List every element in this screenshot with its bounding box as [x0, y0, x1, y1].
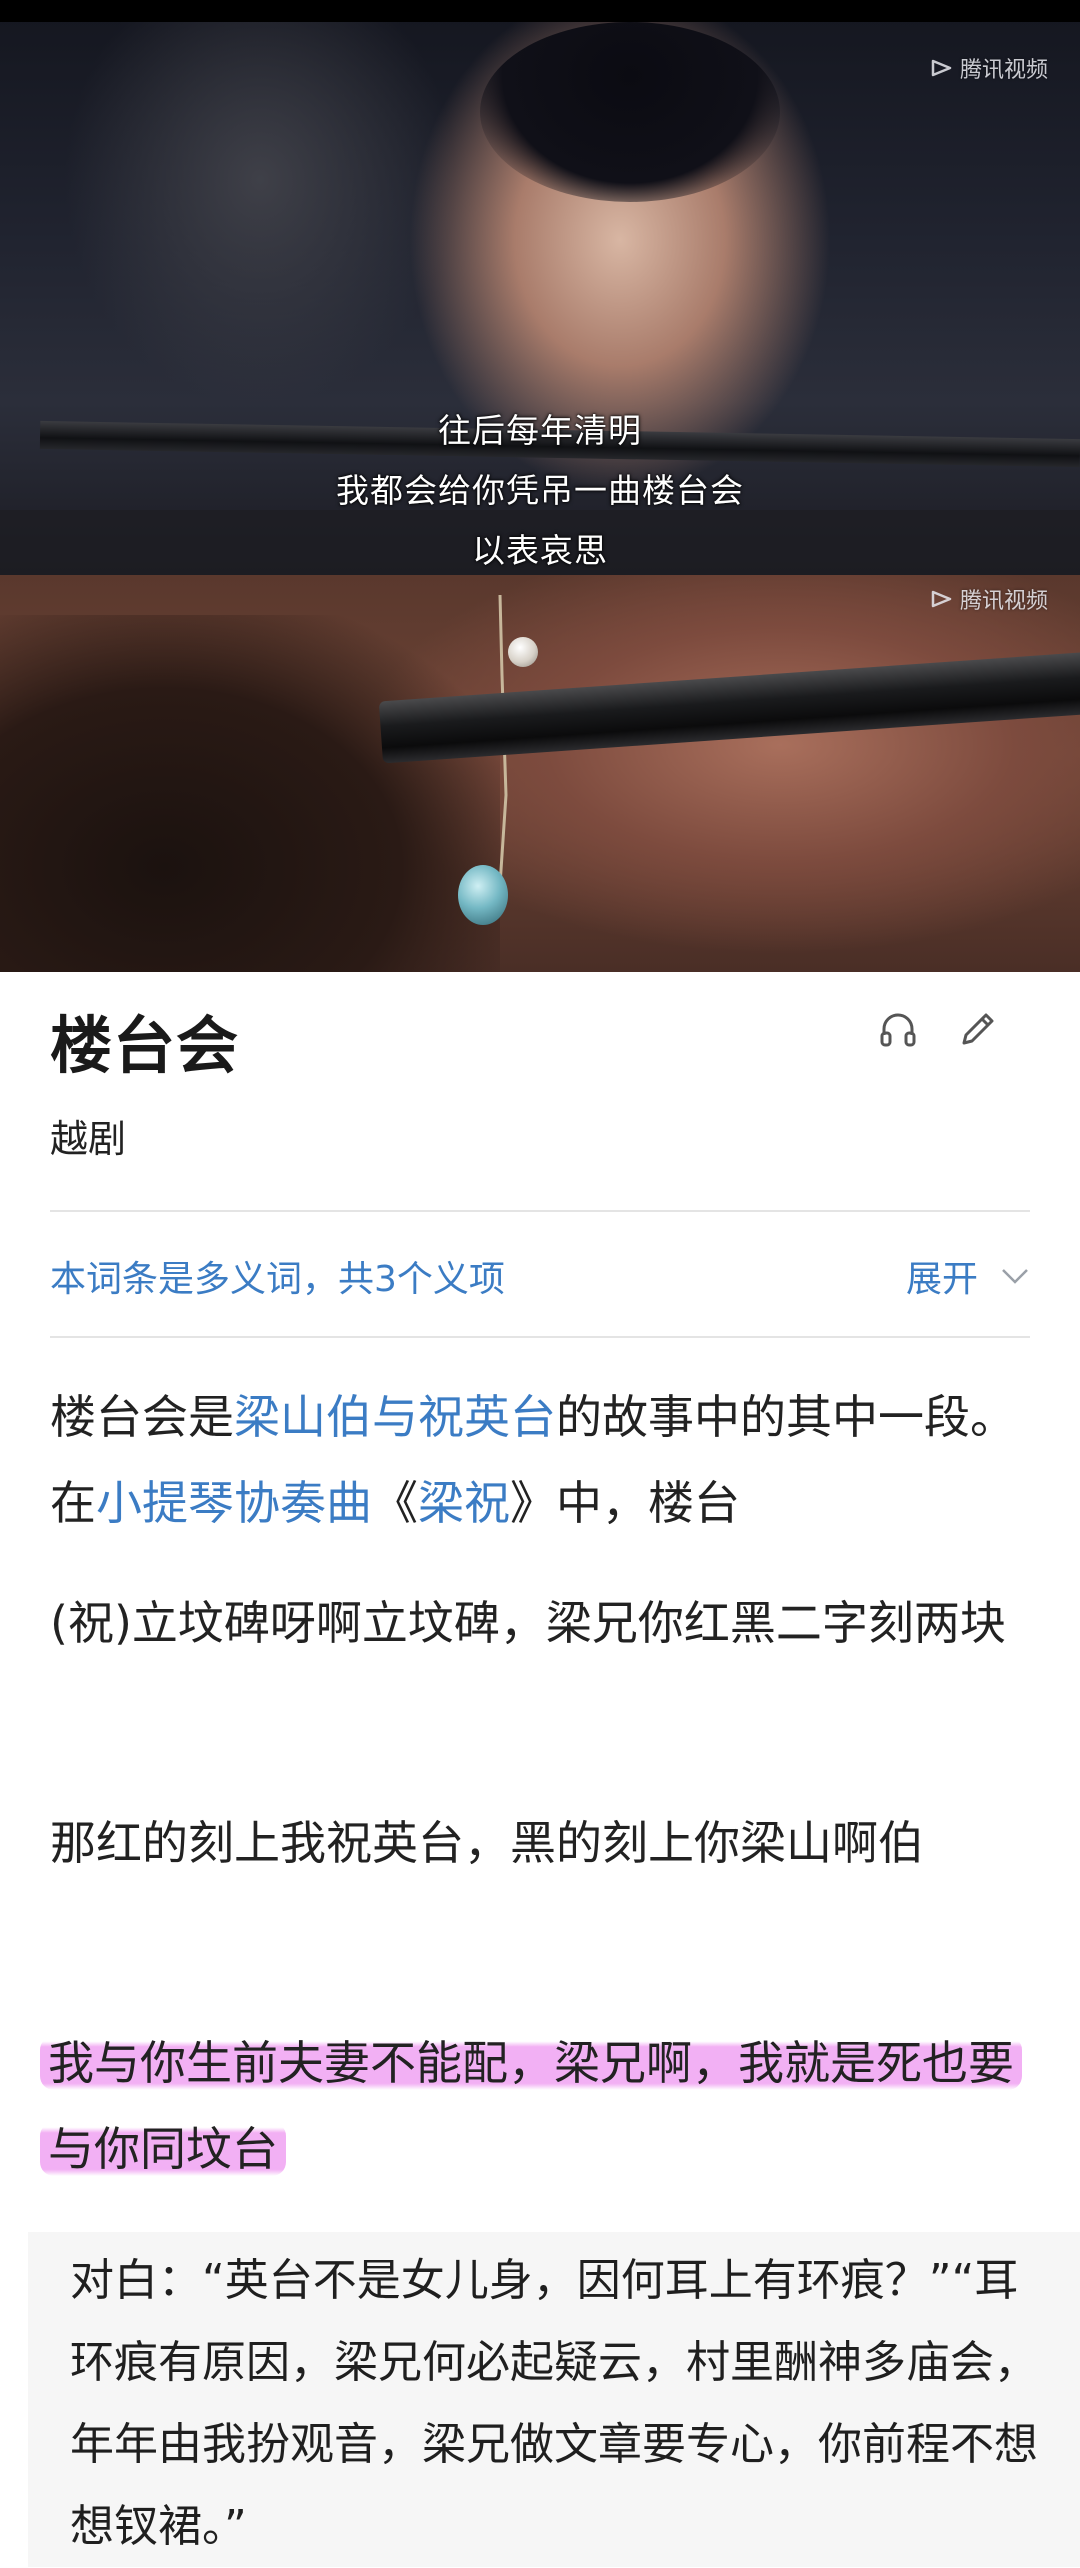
- video-subtitle-line-1: 往后每年清明: [438, 411, 642, 450]
- highlighted-text: 我与你生前夫妻不能配，梁兄啊，我就是死也要与你同坟台: [40, 2036, 1022, 2176]
- watermark-text: 腾讯视频: [959, 589, 1048, 614]
- paragraph-lyric-1: (祝)立坟碑呀啊立坟碑，梁兄你红黑二字刻两块: [50, 1596, 1006, 1650]
- entry-title: 楼台会: [50, 1009, 240, 1082]
- polysemy-note[interactable]: 本词条是多义词，共3个义项: [50, 1250, 505, 1302]
- link-liang-zhu[interactable]: 梁祝: [418, 1476, 510, 1530]
- entry-header: 楼台会: [50, 995, 1030, 1082]
- video-figure-hair: [480, 22, 780, 202]
- video-subtitle-line-3: 以表哀思: [472, 531, 608, 570]
- text: 》中，楼台: [510, 1476, 740, 1530]
- text: 《: [372, 1476, 418, 1530]
- video-figure-hair: [0, 615, 500, 972]
- edit-pencil-icon[interactable]: [956, 1007, 1000, 1051]
- divider: [50, 1336, 1030, 1338]
- video-frame-1: 腾讯视频 往后每年清明 我都会给你凭吊一曲楼台会 以表哀思: [0, 0, 1080, 575]
- paragraph-intro: 楼台会是梁山伯与祝英台的故事中的其中一段。在小提琴协奏曲《梁祝》中，楼台: [50, 1374, 1040, 1546]
- video-frame-2: 腾讯视频: [0, 575, 1080, 972]
- expand-label: 展开: [905, 1259, 978, 1300]
- video-watermark: 腾讯视频: [930, 583, 1048, 615]
- tencent-video-logo-icon: [931, 59, 952, 77]
- text: 楼台会是: [50, 1390, 234, 1444]
- chevron-down-icon: [1002, 1269, 1028, 1284]
- tencent-video-logo-icon: [931, 590, 952, 608]
- earring-pearl: [508, 637, 538, 667]
- divider: [50, 1210, 1030, 1212]
- paragraph-lyric-2: 那红的刻上我祝英台，黑的刻上你梁山啊伯: [50, 1816, 924, 1870]
- headphones-icon[interactable]: [876, 1007, 920, 1051]
- video-subtitle-line-2: 我都会给你凭吊一曲楼台会: [336, 471, 744, 510]
- earring-jade-drop: [458, 865, 508, 925]
- polysemy-bar[interactable]: 本词条是多义词，共3个义项 展开: [50, 1250, 1030, 1300]
- watermark-text: 腾讯视频: [959, 58, 1048, 83]
- dialog-text: 对白：“英台不是女儿身，因何耳上有环痕？”“耳环痕有原因，梁兄何必起疑云，村里酬…: [70, 2255, 1038, 2552]
- link-liang-zhu-story[interactable]: 梁山伯与祝英台: [234, 1390, 556, 1444]
- dialog-quote-box: 对白：“英台不是女儿身，因何耳上有环痕？”“耳环痕有原因，梁兄何必起疑云，村里酬…: [28, 2232, 1080, 2567]
- expand-button[interactable]: 展开: [906, 1250, 1030, 1302]
- entry-category: 越剧: [50, 1117, 127, 1161]
- link-violin-concerto[interactable]: 小提琴协奏曲: [96, 1476, 372, 1530]
- paragraph-lyric-highlighted: 我与你生前夫妻不能配，梁兄啊，我就是死也要与你同坟台: [40, 2020, 1040, 2192]
- video-watermark: 腾讯视频: [930, 52, 1048, 84]
